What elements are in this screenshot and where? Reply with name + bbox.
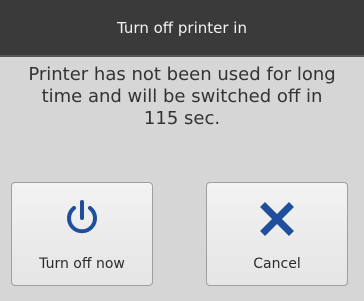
close-icon bbox=[260, 202, 294, 236]
message-line-3: 115 sec. bbox=[143, 108, 221, 129]
power-icon bbox=[67, 200, 97, 234]
turn-off-now-button[interactable]: Turn off now bbox=[11, 182, 153, 286]
cancel-label: Cancel bbox=[253, 256, 301, 272]
dialog-message: Printer has not been used for long time … bbox=[0, 64, 364, 130]
message-line-2: time and will be switched off in bbox=[41, 86, 323, 107]
dialog-title: Turn off printer in bbox=[117, 18, 247, 37]
dialog-title-bar: Turn off printer in bbox=[0, 0, 364, 57]
cancel-button[interactable]: Cancel bbox=[206, 182, 348, 286]
turn-off-now-label: Turn off now bbox=[39, 256, 125, 272]
message-line-1: Printer has not been used for long bbox=[28, 64, 336, 85]
shutdown-dialog: Turn off printer in Printer has not been… bbox=[0, 0, 364, 301]
